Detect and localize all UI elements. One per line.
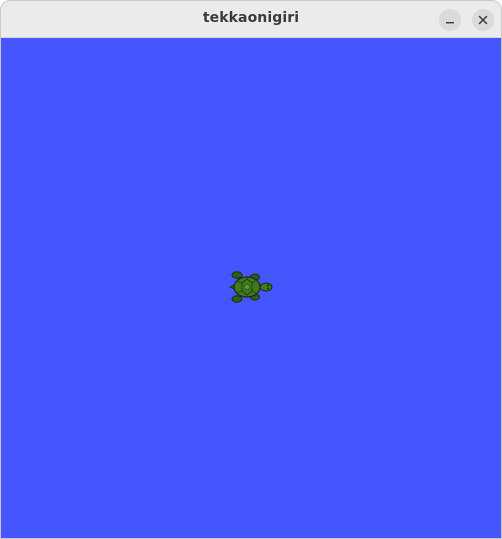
minimize-icon	[446, 22, 454, 24]
app-window: tekkaonigiri	[0, 0, 502, 539]
turtle-canvas[interactable]	[1, 38, 501, 538]
titlebar[interactable]: tekkaonigiri	[1, 1, 501, 38]
window-title: tekkaonigiri	[202, 10, 300, 26]
turtle-icon	[229, 271, 273, 303]
minimize-button[interactable]	[439, 9, 461, 31]
close-icon	[478, 15, 488, 25]
close-button[interactable]	[472, 9, 494, 31]
